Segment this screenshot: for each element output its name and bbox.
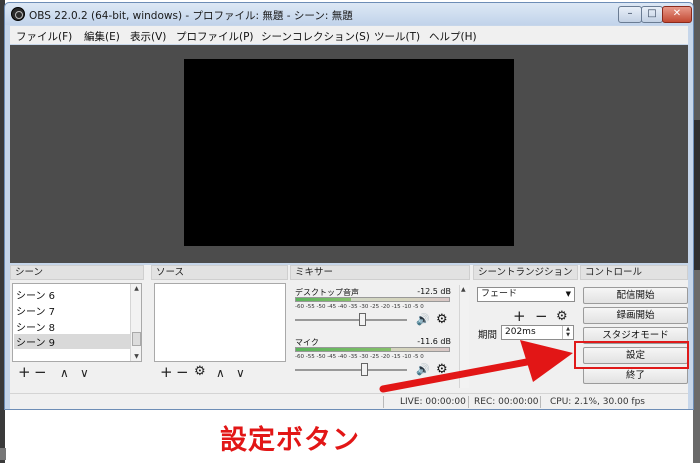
title-bar: OBS 22.0.2 (64-bit, windows) - プロファイル: 無… [5,3,693,25]
maximize-button[interactable]: □ [641,6,663,23]
gear-icon[interactable]: ⚙ [436,362,448,377]
scenes-toolbar: + − ∧ ∨ [14,364,142,382]
mixer-scrollbar[interactable]: ▲ [459,285,469,388]
mixer-channel-db: -12.5 dB [417,287,451,296]
sources-list[interactable] [154,283,286,362]
menu-view[interactable]: 表示(V) [130,29,166,44]
controls-header: コントロール [580,265,688,280]
gear-icon[interactable]: ⚙ [436,312,448,327]
status-divider [540,396,541,408]
minimize-icon: – [627,8,633,19]
live-status: LIVE: 00:00:00 [400,397,466,407]
mixer-channel-desktop: デスクトップ音声 -12.5 dB -60 -55 -50 -45 -40 -3… [293,287,473,337]
rec-status: REC: 00:00:00 [474,397,539,407]
close-button[interactable]: ✕ [662,6,692,23]
window-title: OBS 22.0.2 (64-bit, windows) - プロファイル: 無… [29,10,353,22]
scenes-scrollbar[interactable]: ▲ ▼ [130,284,141,361]
move-scene-up-button[interactable]: ∧ [60,365,69,381]
scenes-list[interactable]: シーン 6 シーン 7 シーン 8 シーン 9 ▲ ▼ [12,283,142,362]
desktop-background-right [693,0,700,463]
scenes-header: シーン [10,265,144,280]
cpu-status: CPU: 2.1%, 30.00 fps [550,397,645,407]
transition-gear-icon[interactable]: ⚙ [556,309,568,324]
list-item[interactable]: シーン 8 [16,319,55,334]
sources-header: ソース [151,265,288,280]
add-scene-button[interactable]: + [18,364,31,380]
menu-help[interactable]: ヘルプ(H) [429,29,477,44]
transition-select[interactable]: フェード ▼ [477,287,575,302]
speaker-icon[interactable]: 🔊 [416,363,430,376]
move-source-down-button[interactable]: ∨ [236,365,245,381]
menu-edit[interactable]: 編集(E) [84,29,120,44]
list-item[interactable]: シーン 6 [16,287,55,302]
source-settings-gear-icon[interactable]: ⚙ [194,364,206,380]
status-divider [383,396,384,408]
preview-area [10,45,688,263]
duration-label: 期間 [478,330,498,341]
scroll-up-icon[interactable]: ▲ [461,286,466,293]
meter-ticks: -60 -55 -50 -45 -40 -35 -30 -25 -20 -15 … [295,354,424,360]
list-item[interactable]: シーン 7 [16,303,55,318]
remove-transition-button[interactable]: − [535,307,548,325]
status-bar: LIVE: 00:00:00 REC: 00:00:00 CPU: 2.1%, … [10,393,688,409]
preview-canvas[interactable] [184,59,514,246]
bottom-dock: シーン シーン 6 シーン 7 シーン 8 シーン 9 ▲ ▼ + − ∧ ∨ … [10,265,688,393]
volume-slider-track[interactable] [295,369,407,371]
annotation-caption: 設定ボタン [220,425,360,456]
spin-arrows-icon[interactable]: ▲ ▼ [562,326,573,339]
mixer-channel-db: -11.6 dB [417,337,451,346]
menu-tools[interactable]: ツール(T) [374,29,420,44]
remove-source-button[interactable]: − [176,364,189,380]
volume-slider-thumb[interactable] [359,313,367,326]
transitions-header: シーントランジション [473,265,578,280]
menu-profile[interactable]: プロファイル(P) [176,29,254,44]
duration-value: 202ms [505,327,536,337]
menu-scene-collection[interactable]: シーンコレクション(S) [261,29,370,44]
desktop-corner [0,448,6,460]
speaker-icon[interactable]: 🔊 [416,313,430,326]
add-source-button[interactable]: + [160,364,173,380]
maximize-icon: □ [647,8,657,19]
start-streaming-button[interactable]: 配信開始 [583,287,688,304]
volume-meter [295,297,450,302]
mixer-header: ミキサー [290,265,470,280]
mixer-channel-mic: マイク -11.6 dB -60 -55 -50 -45 -40 -35 -30… [293,337,473,387]
list-item-selected[interactable]: シーン 9 [14,334,130,349]
settings-highlight-box [574,341,689,369]
move-scene-down-button[interactable]: ∨ [80,365,89,381]
obs-logo-icon [11,7,25,21]
chevron-down-icon: ▼ [565,290,571,298]
menu-bar: ファイル(F) 編集(E) 表示(V) プロファイル(P) シーンコレクション(… [10,26,688,44]
status-divider [468,396,469,408]
add-transition-button[interactable]: + [513,307,526,325]
move-source-up-button[interactable]: ∧ [216,365,225,381]
remove-scene-button[interactable]: − [34,364,47,380]
minimize-button[interactable]: – [618,6,642,23]
transition-selected-value: フェード [481,289,518,299]
sources-toolbar: + − ⚙ ∧ ∨ [156,364,286,382]
scroll-up-icon[interactable]: ▲ [132,285,141,292]
meter-ticks: -60 -55 -50 -45 -40 -35 -30 -25 -20 -15 … [295,304,424,310]
menu-file[interactable]: ファイル(F) [16,29,72,44]
volume-meter [295,347,450,352]
duration-spinbox[interactable]: 202ms ▲ ▼ [501,325,574,340]
scroll-thumb[interactable] [132,332,141,346]
volume-slider-track[interactable] [295,319,407,321]
start-recording-button[interactable]: 録画開始 [583,307,688,324]
exit-button[interactable]: 終了 [583,367,688,384]
close-icon: ✕ [672,8,682,19]
scroll-down-icon[interactable]: ▼ [132,353,141,360]
volume-slider-thumb[interactable] [361,363,369,376]
